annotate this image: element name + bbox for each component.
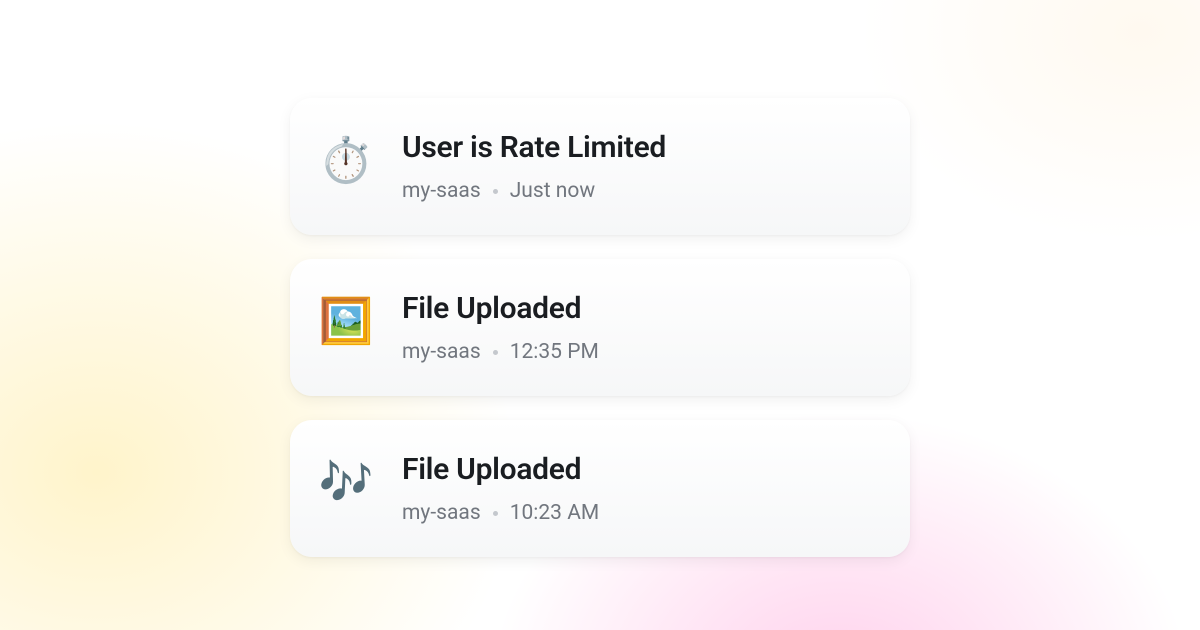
notification-meta: my-saas 12:35 PM <box>402 340 599 364</box>
notification-card[interactable]: ⏱️ User is Rate Limited my-saas Just now <box>290 98 910 235</box>
notification-card[interactable]: 🎶 File Uploaded my-saas 10:23 AM <box>290 420 910 557</box>
notification-title: User is Rate Limited <box>402 130 666 165</box>
notification-meta: my-saas 10:23 AM <box>402 501 599 525</box>
notification-time: Just now <box>510 179 595 203</box>
notification-time: 12:35 PM <box>510 340 599 364</box>
notification-content: File Uploaded my-saas 10:23 AM <box>402 452 599 525</box>
meta-separator-dot <box>493 511 498 516</box>
notification-content: File Uploaded my-saas 12:35 PM <box>402 291 599 364</box>
image-icon: 🖼️ <box>320 295 372 347</box>
music-notes-icon: 🎶 <box>320 456 372 508</box>
notification-title: File Uploaded <box>402 291 599 326</box>
notification-meta: my-saas Just now <box>402 179 666 203</box>
notification-project: my-saas <box>402 340 481 364</box>
notification-title: File Uploaded <box>402 452 599 487</box>
notification-list: ⏱️ User is Rate Limited my-saas Just now… <box>290 98 910 557</box>
notification-time: 10:23 AM <box>510 501 600 525</box>
meta-separator-dot <box>493 350 498 355</box>
stopwatch-icon: ⏱️ <box>320 134 372 186</box>
meta-separator-dot <box>493 189 498 194</box>
notification-content: User is Rate Limited my-saas Just now <box>402 130 666 203</box>
notification-card[interactable]: 🖼️ File Uploaded my-saas 12:35 PM <box>290 259 910 396</box>
notification-project: my-saas <box>402 501 481 525</box>
notification-project: my-saas <box>402 179 481 203</box>
